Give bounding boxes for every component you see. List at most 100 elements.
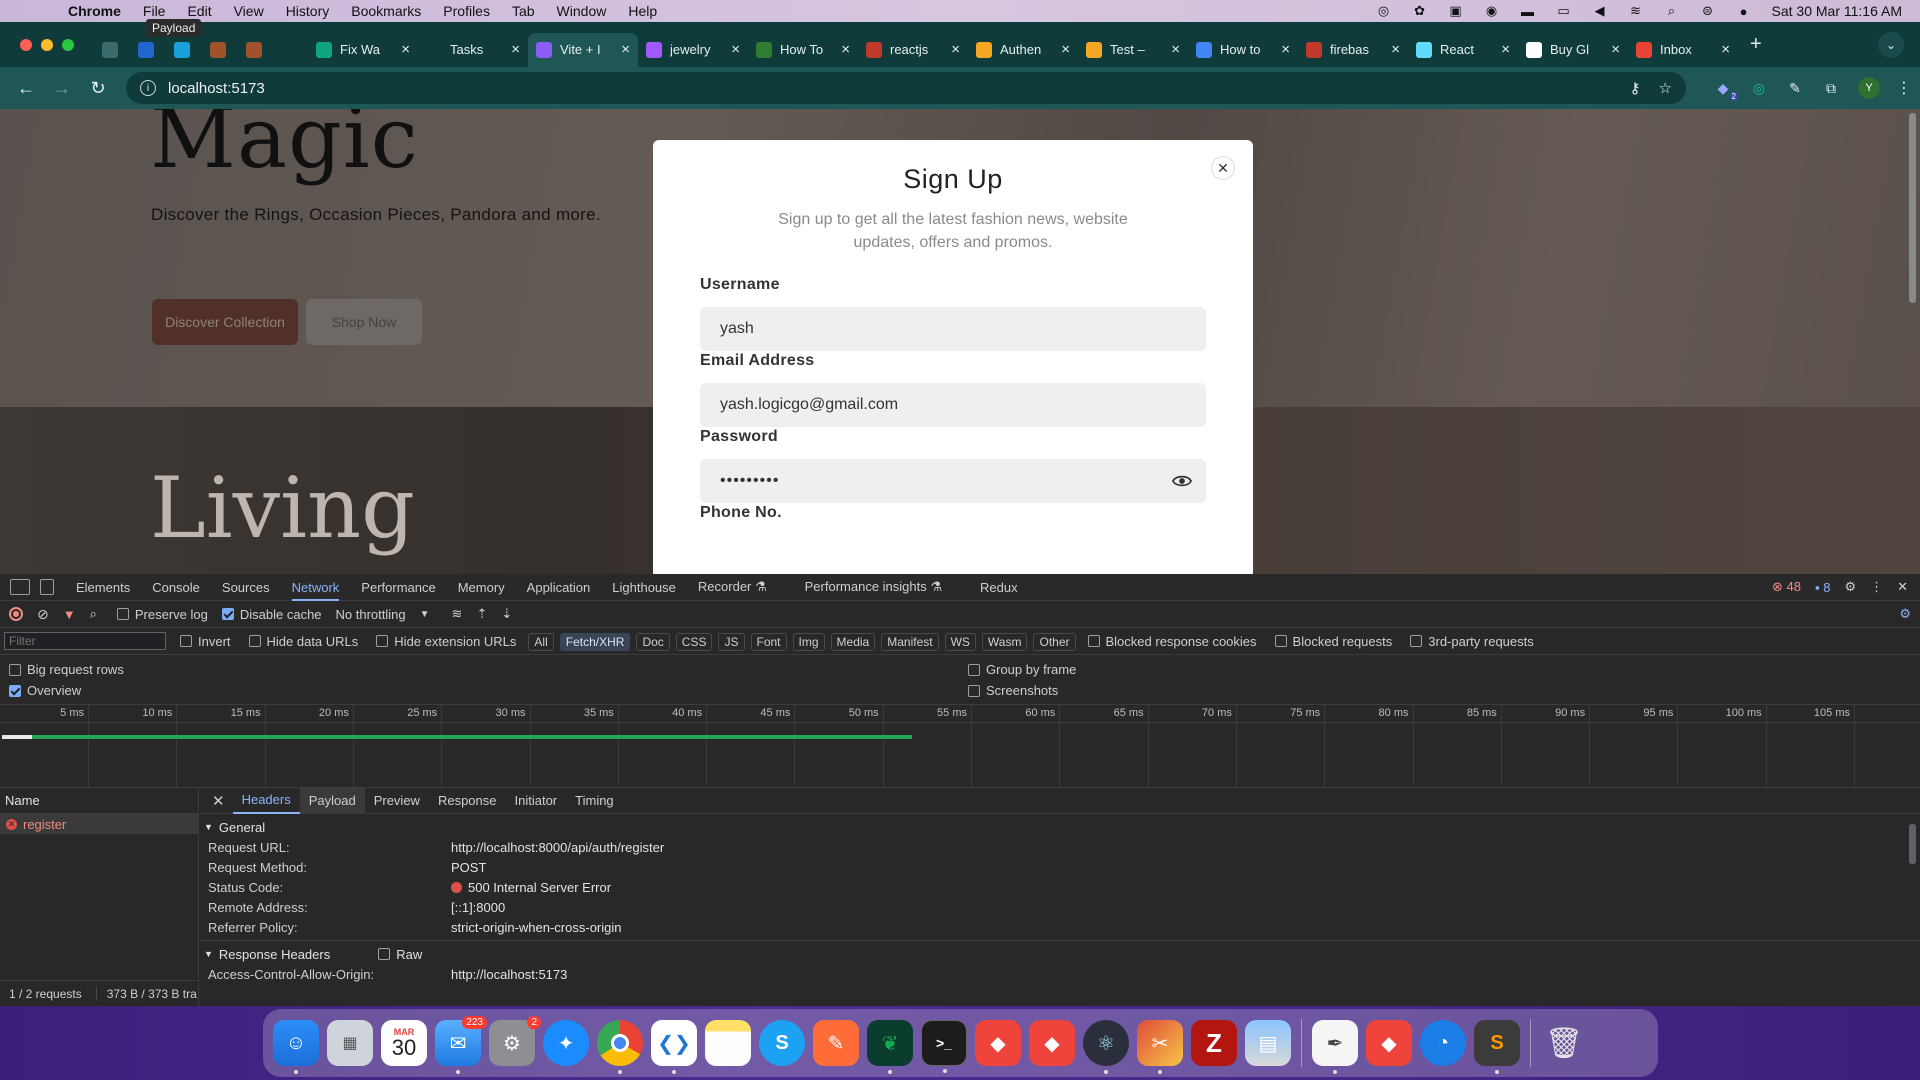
profile-avatar[interactable]: Y xyxy=(1858,77,1880,99)
color-picker-icon[interactable]: ✎ xyxy=(1786,79,1804,97)
filter-pill[interactable]: Manifest xyxy=(881,632,939,651)
calendar-icon[interactable]: MAR 30 xyxy=(381,1020,427,1066)
inspect-element-icon[interactable] xyxy=(10,579,30,595)
close-tab-icon[interactable]: × xyxy=(1721,41,1730,58)
password-input[interactable]: ••••••••• xyxy=(700,459,1206,503)
response-headers-section-header[interactable]: ▼ Response Headers Raw xyxy=(200,944,1920,964)
creative-cloud-icon[interactable]: ▣ xyxy=(1448,3,1464,18)
browser-tab[interactable] xyxy=(128,33,164,67)
zoom-window-button[interactable] xyxy=(62,38,74,51)
devtools-tab-performance-insights[interactable]: Performance insights ⚗ xyxy=(805,579,942,595)
reload-icon[interactable]: ↻ xyxy=(80,78,116,99)
filter-pill[interactable]: Other xyxy=(1033,632,1076,651)
finder-icon[interactable]: ☺ xyxy=(273,1020,319,1074)
hide-extension-urls-checkbox[interactable]: Hide extension URLs xyxy=(376,634,516,649)
filter-pill[interactable]: Doc xyxy=(636,632,670,651)
detail-tab-headers[interactable]: Headers xyxy=(232,788,300,814)
search-icon[interactable]: ⌕ xyxy=(90,606,97,622)
browser-tab[interactable]: Tasks × xyxy=(418,33,528,67)
name-column-header[interactable]: Name xyxy=(0,788,198,814)
anydesk-icon[interactable]: ◆ xyxy=(1366,1020,1412,1066)
wifi-icon[interactable]: ≋ xyxy=(1628,3,1644,18)
browser-tab[interactable] xyxy=(92,33,128,67)
close-tab-icon[interactable]: × xyxy=(841,41,850,58)
photo-booth-icon[interactable]: ✂ xyxy=(1137,1020,1183,1074)
close-tab-icon[interactable]: × xyxy=(1391,41,1400,58)
copilot-icon[interactable]: ◉ xyxy=(1484,3,1500,18)
menu-window[interactable]: Window xyxy=(557,3,607,19)
checkbox-icon[interactable] xyxy=(9,663,21,676)
close-tab-icon[interactable]: × xyxy=(511,41,520,58)
filter-pill[interactable]: CSS xyxy=(675,632,713,651)
safari-icon[interactable]: ✦ xyxy=(543,1020,589,1066)
cast-icon[interactable]: ▬ xyxy=(1520,4,1536,19)
checkbox-checked-icon[interactable] xyxy=(221,608,234,620)
browser-tab[interactable] xyxy=(236,33,272,67)
back-arrow-icon[interactable]: ← xyxy=(8,78,44,99)
network-overview-timeline[interactable]: 5 ms 10 ms 15 ms 20 ms 25 ms 30 ms 35 ms 40 ms 4… xyxy=(0,705,1920,788)
device-toolbar-icon[interactable] xyxy=(40,579,54,595)
grammarly-icon[interactable]: ◎ xyxy=(1750,79,1768,97)
third-party-checkbox[interactable]: 3rd-party requests xyxy=(1410,634,1534,649)
close-tab-icon[interactable]: × xyxy=(951,41,960,58)
close-window-button[interactable] xyxy=(20,38,32,51)
system-settings-icon[interactable]: ⚙ 2 xyxy=(489,1016,541,1066)
record-icon[interactable] xyxy=(9,607,23,621)
devtools-tab-application[interactable]: Application xyxy=(527,580,591,595)
invert-checkbox[interactable]: Invert xyxy=(180,634,231,649)
filter-pill[interactable]: Media xyxy=(830,632,876,651)
browser-tab[interactable] xyxy=(164,33,200,67)
detail-tab-response[interactable]: Response xyxy=(429,788,506,814)
network-conditions-icon[interactable]: ≋ xyxy=(452,606,463,622)
devtools-tab-console[interactable]: Console xyxy=(152,580,200,595)
menu-file[interactable]: File xyxy=(143,3,166,19)
browser-tab[interactable]: Authen × xyxy=(968,33,1078,67)
anydesk-icon[interactable]: ◆ xyxy=(1029,1020,1075,1066)
detail-tab-initiator[interactable]: Initiator xyxy=(506,788,567,814)
close-tab-icon[interactable]: × xyxy=(1611,41,1620,58)
checkbox-icon[interactable] xyxy=(968,684,980,697)
detail-tab-payload[interactable]: Payload xyxy=(299,787,365,814)
close-tab-icon[interactable]: × xyxy=(731,41,740,58)
filter-pill[interactable]: JS xyxy=(718,632,745,651)
launchpad-icon[interactable]: ▦ xyxy=(327,1020,373,1066)
close-tab-icon[interactable]: × xyxy=(621,41,630,58)
extensions-puzzle-icon[interactable]: ⧉ xyxy=(1822,79,1840,97)
siri-icon[interactable]: ● xyxy=(1736,4,1752,19)
trash-icon[interactable]: 🗑 xyxy=(1541,1020,1587,1066)
detail-tab-preview[interactable]: Preview xyxy=(365,788,429,814)
screenshots-checkbox[interactable]: Screenshots xyxy=(968,683,1058,698)
anydesk-icon[interactable]: ◆ xyxy=(975,1020,1021,1066)
close-tab-icon[interactable]: × xyxy=(1281,41,1290,58)
devtools-tab-lighthouse[interactable]: Lighthouse xyxy=(612,580,676,595)
new-tab-button[interactable]: + xyxy=(1750,33,1762,56)
eye-icon[interactable] xyxy=(1172,471,1192,491)
checkbox-icon[interactable] xyxy=(116,608,129,620)
headphones-icon[interactable]: ◎ xyxy=(1376,3,1392,18)
extension-badge-icon[interactable]: ◆ 2 xyxy=(1714,79,1738,101)
menu-edit[interactable]: Edit xyxy=(187,3,211,19)
devtools-tab-redux[interactable]: Redux xyxy=(980,580,1018,595)
terminal-icon[interactable]: >_ xyxy=(921,1020,967,1073)
blocked-requests-checkbox[interactable]: Blocked requests xyxy=(1274,634,1392,649)
mail-icon[interactable]: ✉ 223 xyxy=(435,1016,487,1074)
checkbox-icon[interactable] xyxy=(376,635,389,647)
textedit-icon[interactable]: ✒ xyxy=(1312,1020,1358,1074)
filter-pill[interactable]: Img xyxy=(792,632,825,651)
close-icon[interactable]: ✕ xyxy=(212,792,225,810)
filter-pill[interactable]: All xyxy=(528,632,554,651)
display-icon[interactable]: ▭ xyxy=(1556,3,1572,18)
mongodb-compass-icon[interactable]: ❦ xyxy=(867,1020,913,1074)
message-count-badge[interactable]: ▪ 8 xyxy=(1815,580,1830,595)
password-key-icon[interactable]: ⚷ xyxy=(1630,79,1641,97)
checkbox-icon[interactable] xyxy=(1410,635,1423,647)
checkbox-checked-icon[interactable] xyxy=(9,684,21,697)
menu-clock[interactable]: Sat 30 Mar 11:16 AM xyxy=(1772,3,1902,19)
settings-gear-icon[interactable]: ⚙ xyxy=(1844,579,1856,595)
devtools-tab-performance[interactable]: Performance xyxy=(361,580,435,595)
devtools-tab-network[interactable]: Network xyxy=(291,580,340,601)
chrome-menu-icon[interactable]: ⋮ xyxy=(1896,78,1912,98)
browser-tab[interactable] xyxy=(200,33,236,67)
raw-checkbox[interactable]: Raw xyxy=(378,947,422,962)
vscode-icon[interactable]: ❮❯ xyxy=(651,1020,697,1074)
